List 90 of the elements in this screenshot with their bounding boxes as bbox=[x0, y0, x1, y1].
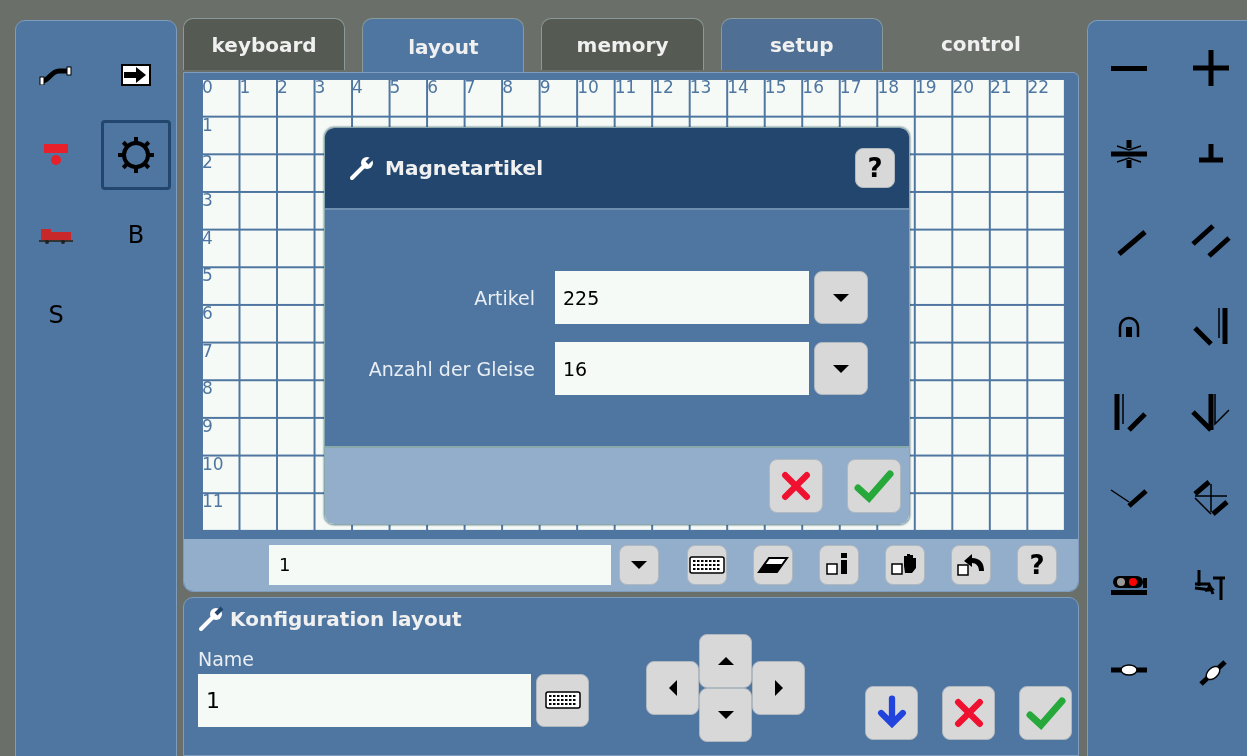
wrench-icon bbox=[349, 155, 375, 181]
input-field[interactable]: 1 bbox=[198, 673, 531, 727]
grid-number: 6 bbox=[201, 304, 214, 325]
input-field[interactable]: 225 bbox=[555, 271, 809, 324]
grid-number: 1 bbox=[201, 115, 214, 137]
grid-number: 15 bbox=[763, 78, 788, 99]
grid-number: 0 bbox=[201, 78, 214, 99]
grid-number: 7 bbox=[201, 341, 214, 363]
grid-number: 12 bbox=[651, 78, 675, 99]
dropdown-button[interactable] bbox=[619, 544, 659, 585]
grid-number: 22 bbox=[1026, 78, 1051, 99]
grid-number: 11 bbox=[613, 78, 638, 99]
grid-number: 10 bbox=[576, 78, 600, 99]
check-icon bbox=[854, 468, 894, 504]
grid-number: 1 bbox=[238, 78, 252, 99]
grid-number: 3 bbox=[201, 191, 214, 212]
grid-number: 5 bbox=[388, 78, 402, 99]
up-button[interactable] bbox=[699, 633, 752, 688]
grid-number: 19 bbox=[913, 78, 938, 99]
ok-button[interactable] bbox=[1019, 685, 1072, 740]
pipe-icon bbox=[39, 65, 73, 85]
grid-number: 2 bbox=[276, 78, 289, 99]
grid-number: 16 bbox=[801, 78, 825, 99]
plus-icon bbox=[1191, 48, 1231, 88]
down-button[interactable] bbox=[699, 687, 752, 742]
hand-button[interactable] bbox=[885, 544, 925, 585]
caret-up-icon bbox=[717, 656, 734, 665]
tab[interactable]: memory bbox=[541, 18, 704, 70]
field-label: Anzahl der Gleise bbox=[367, 357, 536, 380]
tab[interactable]: setup bbox=[720, 18, 883, 70]
grid-number: 8 bbox=[201, 379, 214, 401]
grid-number: 14 bbox=[726, 78, 750, 99]
minus-icon bbox=[1111, 65, 1147, 71]
letter-tool[interactable]: B bbox=[101, 200, 171, 270]
grid-number: 4 bbox=[351, 78, 364, 99]
keyboard-button[interactable] bbox=[536, 673, 589, 727]
input-field[interactable]: 16 bbox=[555, 342, 809, 395]
tab[interactable]: keyboard bbox=[183, 18, 346, 70]
wrench-icon bbox=[198, 605, 224, 632]
down-button[interactable] bbox=[865, 685, 918, 740]
right-button[interactable] bbox=[752, 660, 805, 715]
help-button[interactable]: ? bbox=[855, 148, 895, 188]
grid-number: 7 bbox=[463, 78, 477, 99]
caret-down-icon bbox=[833, 364, 849, 373]
ok-button[interactable] bbox=[847, 459, 901, 513]
grid-number: 10 bbox=[201, 454, 225, 476]
grid-number: 8 bbox=[501, 78, 514, 99]
grid-number: 17 bbox=[838, 78, 863, 99]
eraser-button[interactable] bbox=[753, 544, 793, 585]
grid-number: 6 bbox=[426, 78, 439, 99]
panel-title: Konfiguration layout bbox=[230, 606, 462, 631]
caret-right-icon bbox=[774, 679, 783, 696]
field-label: Name bbox=[198, 647, 255, 670]
caret-down-icon bbox=[833, 293, 849, 302]
grid-number: 5 bbox=[201, 266, 214, 288]
keyboard-icon bbox=[689, 554, 725, 575]
field-label: Artikel bbox=[473, 286, 536, 309]
help-button[interactable]: ? bbox=[1017, 544, 1057, 585]
letter-tool[interactable]: S bbox=[21, 280, 91, 350]
tab[interactable]: control bbox=[899, 18, 1062, 70]
dialog-title: Magnetartikel bbox=[385, 156, 545, 180]
signal-icon bbox=[43, 142, 69, 168]
undo-button[interactable] bbox=[951, 544, 991, 585]
cancel-button[interactable] bbox=[769, 459, 823, 513]
grid-number: 9 bbox=[538, 78, 552, 99]
tab[interactable]: layout bbox=[362, 18, 525, 74]
grid-number: 2 bbox=[201, 153, 214, 175]
grid-number: 9 bbox=[201, 417, 214, 438]
grid-number: 20 bbox=[951, 78, 976, 99]
crossing-icon bbox=[1191, 478, 1231, 518]
keyboard-button[interactable] bbox=[687, 544, 727, 585]
curve-track-icon bbox=[1110, 487, 1148, 509]
gear-icon bbox=[116, 135, 156, 175]
three-way-turnout-icon bbox=[1191, 392, 1231, 432]
grid-number: 21 bbox=[988, 78, 1013, 99]
turnout-icon bbox=[1191, 306, 1231, 346]
check-icon bbox=[1025, 694, 1066, 731]
grid-number: 13 bbox=[688, 78, 713, 99]
grid-number: 18 bbox=[876, 78, 901, 99]
grid-number: 3 bbox=[313, 78, 327, 99]
caret-down-icon bbox=[631, 560, 647, 569]
select-field[interactable]: 1 bbox=[269, 544, 611, 585]
info-button[interactable] bbox=[819, 544, 859, 585]
caret-left-icon bbox=[668, 679, 677, 696]
arrow-box-icon bbox=[121, 64, 151, 86]
keyboard-icon bbox=[544, 690, 581, 711]
cancel-button[interactable] bbox=[942, 685, 995, 740]
caret-down-icon bbox=[717, 710, 734, 719]
grid-number: 11 bbox=[201, 492, 225, 514]
left-button[interactable] bbox=[646, 660, 699, 715]
